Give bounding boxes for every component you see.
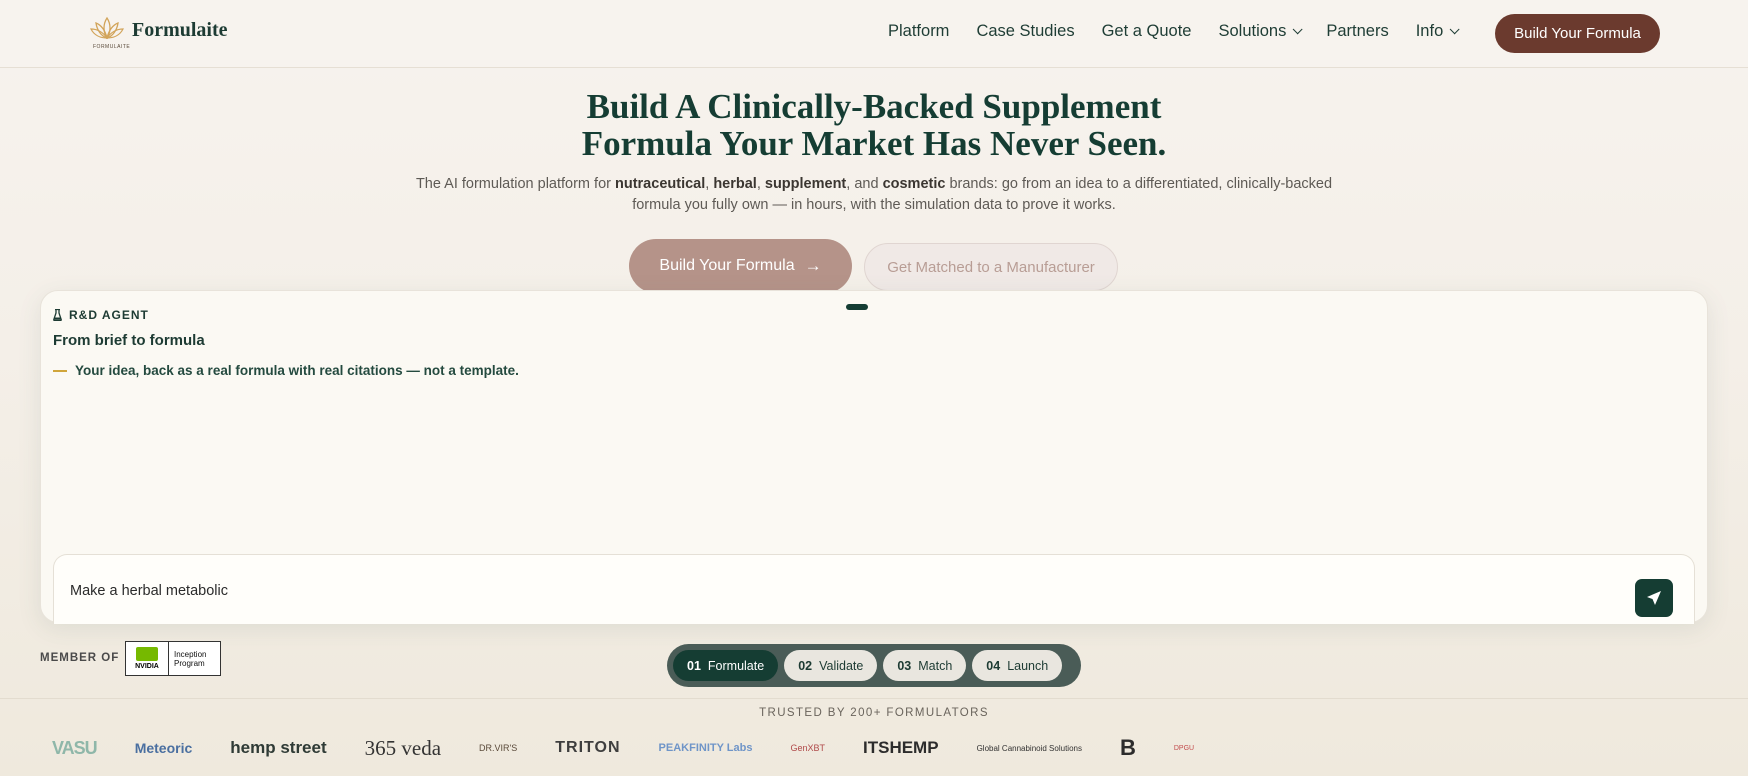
client-logo-dpgu: DPGU [1173, 744, 1195, 752]
step-validate[interactable]: 02 Validate [784, 650, 878, 681]
client-logo-dr-virs: DR.VIR'S [479, 743, 518, 753]
send-icon [1647, 591, 1661, 605]
hero-sub-intro: The AI formulation platform for [415, 176, 611, 192]
nav-link-label: Partners [1326, 22, 1389, 40]
step-number: 04 [986, 658, 1001, 673]
client-logo-vasu: VASU [52, 737, 98, 758]
nav-build-formula-button[interactable]: Build Your Formula [1495, 14, 1660, 53]
agent-message-text: Your idea, back as a real formula with r… [75, 363, 519, 378]
nvidia-eye-icon [136, 647, 158, 661]
trusted-heading: TRUSTED BY 200+ FORMULATORS [759, 707, 989, 719]
nav-link-case-studies[interactable]: Case Studies [976, 22, 1074, 41]
step-label: Validate [819, 658, 864, 673]
hero-title: Build A Clinically-Backed Supplement For… [0, 88, 1748, 162]
hero-sub-keyword: cosmetic [882, 176, 946, 192]
send-button[interactable] [1635, 579, 1673, 617]
nav-link-label: Info [1415, 22, 1444, 40]
program-line-1: Inception [174, 649, 207, 659]
hero-subtitle: The AI formulation platform for nutraceu… [415, 176, 1333, 213]
client-logos: VASU Meteoric hemp street 365 veda DR.VI… [52, 733, 1232, 763]
button-label: Build Your Formula [659, 257, 795, 274]
nav-links: Platform Case Studies Get a Quote Soluti… [888, 22, 1483, 41]
nav-link-partners[interactable]: Partners [1326, 22, 1388, 41]
client-logo-global-cannabinoid: Global Cannabinoid Solutions [976, 743, 1082, 753]
agent-message: Your idea, back as a real formula with r… [53, 363, 519, 378]
brand-name: Formulaite [132, 19, 228, 41]
chevron-down-icon [1293, 24, 1303, 35]
get-matched-button[interactable]: Get Matched to a Manufacturer [864, 243, 1118, 291]
drag-handle[interactable] [846, 304, 868, 310]
agent-badge-label: R&D AGENT [69, 308, 149, 322]
nav-link-label: Solutions [1218, 22, 1287, 40]
step-launch[interactable]: 04 Launch [972, 650, 1063, 681]
prompt-input-box[interactable]: Make a herbal metabolic [53, 554, 1695, 624]
client-logo-itshemp: ITSHEMP [863, 738, 939, 757]
dash-icon [53, 369, 67, 372]
client-logo-triton: TRITON [555, 739, 621, 756]
divider [0, 698, 1748, 699]
nav-link-info[interactable]: Info [1415, 22, 1460, 41]
hero-sub-and: and [854, 176, 879, 192]
nvidia-logo: NVIDIA [126, 642, 169, 675]
chevron-down-icon [1449, 24, 1460, 35]
step-label: Match [918, 658, 953, 673]
rd-agent-panel: R&D AGENT From brief to formula Your ide… [40, 290, 1708, 624]
prompt-input[interactable]: Make a herbal metabolic [70, 583, 228, 599]
client-logo-meteoric: Meteoric [134, 740, 193, 756]
client-logo-b: B [1119, 735, 1136, 760]
nav-link-label: Case Studies [976, 22, 1075, 40]
client-logo-peakfinity: PEAKFINITY Labs [658, 741, 753, 754]
step-label: Formulate [707, 658, 765, 673]
nvidia-inception-badge: NVIDIA Inception Program [125, 641, 221, 676]
step-number: 03 [897, 658, 912, 673]
step-number: 02 [798, 658, 813, 673]
step-number: 01 [687, 658, 701, 673]
client-logo-genxbt: GenXBT [790, 743, 825, 753]
nvidia-word: NVIDIA [135, 663, 159, 670]
nav-link-label: Platform [888, 22, 950, 40]
member-of-label: MEMBER OF [40, 652, 120, 664]
nav-link-label: Get a Quote [1101, 22, 1192, 40]
agent-badge: R&D AGENT [53, 308, 149, 322]
arrow-right-icon: → [804, 256, 822, 275]
hero-sub-keyword: herbal [713, 176, 757, 192]
step-label: Launch [1007, 658, 1049, 673]
nav-link-get-a-quote[interactable]: Get a Quote [1102, 22, 1192, 41]
program-line-2: Program [174, 658, 205, 668]
client-logo-hemp-street: hemp street [230, 738, 327, 757]
step-match[interactable]: 03 Match [883, 650, 967, 681]
brand-logo[interactable]: FORMULAITE Formulaite [88, 14, 228, 50]
hero-sub-keyword: nutraceutical [615, 176, 706, 192]
nav-link-solutions[interactable]: Solutions [1218, 22, 1303, 41]
hero-sub-keyword: supplement [764, 176, 847, 192]
agent-title: From brief to formula [53, 332, 205, 349]
brand-sub-label: FORMULAITE [93, 44, 131, 50]
lotus-icon: FORMULAITE [88, 14, 130, 50]
process-steps: 01 Formulate 02 Validate 03 Match 04 Lau… [667, 644, 1081, 687]
step-formulate[interactable]: 01 Formulate [673, 650, 779, 681]
client-logo-365-veda: 365 veda [364, 735, 442, 760]
inception-program-text: Inception Program [169, 650, 206, 668]
nav-link-platform[interactable]: Platform [888, 22, 949, 41]
hero-title-line-1: Build A Clinically-Backed Supplement [586, 87, 1162, 126]
hero-title-line-2: Formula Your Market Has Never Seen. [581, 124, 1167, 163]
flask-icon [53, 309, 62, 321]
hero-build-formula-button[interactable]: Build Your Formula → [629, 239, 852, 293]
top-nav: FORMULAITE Formulaite Platform Case Stud… [0, 0, 1748, 68]
